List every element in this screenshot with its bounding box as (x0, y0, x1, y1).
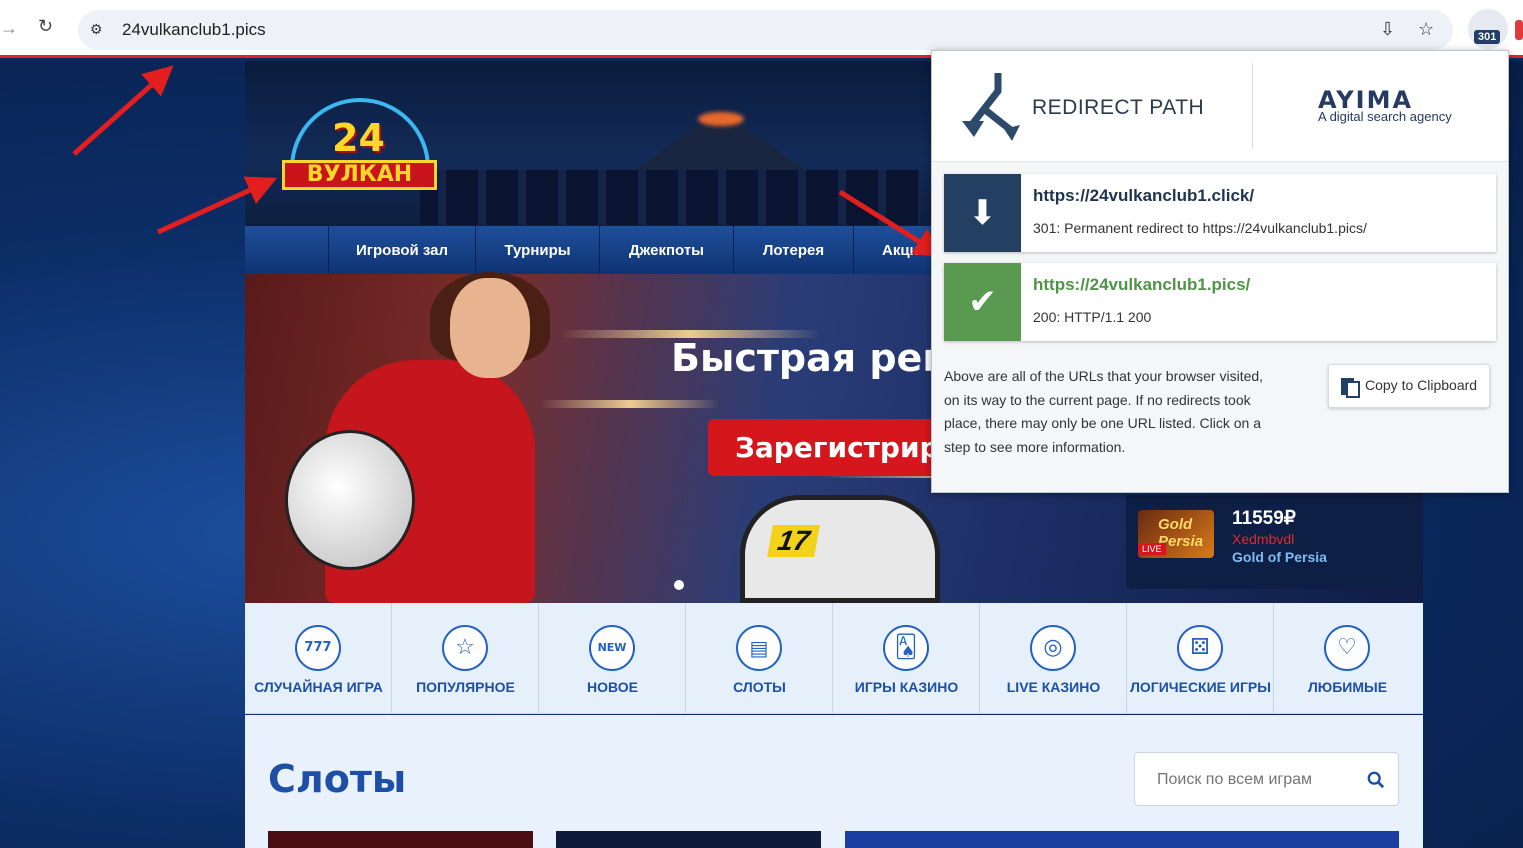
category-label: СЛОТЫ (733, 679, 786, 695)
site-logo[interactable]: 24 ВУЛКАН (282, 98, 437, 206)
ayima-tagline: A digital search agency (1318, 109, 1452, 124)
light-streak (540, 400, 720, 408)
777-icon: 777 (295, 625, 341, 671)
helmet-graphic (285, 430, 415, 570)
search-icon[interactable] (1367, 771, 1385, 789)
racer-face (450, 278, 530, 378)
step-url[interactable]: https://24vulkanclub1.pics/ (1033, 275, 1250, 295)
category-logic-games[interactable]: ⚄ ЛОГИЧЕСКИЕ ИГРЫ (1127, 603, 1274, 714)
popup-explanation: Above are all of the URLs that your brow… (944, 368, 1264, 455)
install-app-icon[interactable]: ⇩ (1380, 19, 1395, 40)
category-label: ЛЮБИМЫЕ (1307, 679, 1388, 695)
live-badge: LIVE (1138, 543, 1166, 555)
menu-item-jackpots[interactable]: Джекпоты (600, 226, 734, 274)
game-card[interactable] (845, 831, 1399, 848)
category-label: СЛУЧАЙНАЯ ИГРА (254, 679, 383, 695)
bookmark-star-icon[interactable]: ☆ (1418, 19, 1434, 40)
game-card[interactable] (268, 831, 533, 848)
menu-spacer (245, 226, 329, 274)
popup-header: REDIRECT PATH AYIMA A digital search age… (932, 51, 1508, 162)
site-settings-icon[interactable]: ⚙ (90, 21, 108, 39)
forward-icon[interactable]: → (0, 18, 18, 39)
city-skyline (420, 170, 920, 225)
slider-dot[interactable] (674, 580, 684, 590)
jackpot-game[interactable]: Gold of Persia (1232, 549, 1327, 565)
url-text[interactable]: 24vulkanclub1.pics (122, 20, 266, 40)
category-label: ИГРЫ КАЗИНО (854, 679, 959, 695)
register-button[interactable]: Зарегистриров (708, 419, 948, 476)
copy-button-label: Copy to Clipboard (1365, 377, 1478, 393)
redirect-step-1[interactable]: ⬇ https://24vulkanclub1.click/ 301: Perm… (944, 174, 1496, 252)
new-icon: NEW (589, 625, 635, 671)
menu-item-game-hall[interactable]: Игровой зал (329, 226, 476, 274)
popup-brand: REDIRECT PATH (1032, 96, 1205, 119)
jackpot-widget[interactable]: Gold Persia LIVE 11559₽ Xedmbvdl Gold of… (1126, 495, 1411, 589)
step-status: 200: HTTP/1.1 200 (1033, 309, 1152, 325)
step-status: 301: Permanent redirect to https://24vul… (1033, 220, 1367, 236)
game-card[interactable] (556, 831, 821, 848)
redirect-path-logo-icon (962, 73, 1020, 141)
header-divider (1252, 63, 1253, 149)
category-label: ЛОГИЧЕСКИЕ ИГРЫ (1130, 679, 1271, 695)
extension-badge: 301 (1474, 30, 1501, 44)
redirect-step-2[interactable]: ✔ https://24vulkanclub1.pics/ 200: HTTP/… (944, 263, 1496, 341)
arrow-down-icon: ⬇ (944, 174, 1021, 252)
section-title: Слоты (268, 757, 407, 801)
address-bar[interactable]: ⚙ 24vulkanclub1.pics ⇩ ☆ (78, 10, 1453, 50)
category-label: НОВОЕ (587, 679, 638, 695)
kart-number: 17 (767, 525, 820, 557)
jackpot-amount: 11559₽ (1232, 508, 1296, 529)
reload-icon[interactable]: ↻ (38, 16, 60, 38)
category-slots[interactable]: ▤ СЛОТЫ (686, 603, 833, 714)
category-favorites[interactable]: ♡ ЛЮБИМЫЕ (1274, 603, 1421, 714)
jackpot-user: Xedmbvdl (1232, 531, 1295, 547)
clipboard-icon (1341, 378, 1360, 398)
roulette-icon: ◎ (1030, 625, 1076, 671)
dice-icon: ⚄ (1177, 625, 1223, 671)
redirect-path-popup: REDIRECT PATH AYIMA A digital search age… (931, 50, 1509, 493)
profile-edge[interactable] (1515, 20, 1523, 40)
category-random-game[interactable]: 777 СЛУЧАЙНАЯ ИГРА (245, 603, 392, 714)
menu-item-lottery[interactable]: Лотерея (734, 226, 854, 274)
category-new[interactable]: NEW НОВОЕ (539, 603, 686, 714)
lava-glow (698, 112, 744, 126)
checkmark-icon: ✔ (944, 263, 1021, 341)
menu-item-tournaments[interactable]: Турниры (476, 226, 600, 274)
step-url[interactable]: https://24vulkanclub1.click/ (1033, 186, 1254, 206)
category-bar: 777 СЛУЧАЙНАЯ ИГРА ☆ ПОПУЛЯРНОЕ NEW НОВО… (245, 603, 1423, 714)
menu-item-promotions[interactable]: Акци (854, 226, 935, 274)
main-menu: Игровой зал Турниры Джекпоты Лотерея Акц… (245, 226, 935, 274)
category-popular[interactable]: ☆ ПОПУЛЯРНОЕ (392, 603, 539, 714)
category-live-casino[interactable]: ◎ LIVE КАЗИНО (980, 603, 1127, 714)
game-search[interactable] (1134, 752, 1399, 806)
logo-number: 24 (332, 116, 385, 160)
category-casino-games[interactable]: 🂡 ИГРЫ КАЗИНО (833, 603, 980, 714)
screenshot-root: → ↻ ⚙ 24vulkanclub1.pics ⇩ ☆ 301 24 ВУЛК… (0, 0, 1523, 848)
star-icon: ☆ (442, 625, 488, 671)
logo-word: ВУЛКАН (282, 160, 437, 190)
search-input[interactable] (1157, 771, 1357, 789)
slot-machine-icon: ▤ (736, 625, 782, 671)
category-label: ПОПУЛЯРНОЕ (416, 679, 515, 695)
category-label: LIVE КАЗИНО (1006, 679, 1101, 695)
cards-icon: 🂡 (883, 625, 929, 671)
heart-icon: ♡ (1324, 625, 1370, 671)
copy-to-clipboard-button[interactable]: Copy to Clipboard (1328, 364, 1490, 408)
